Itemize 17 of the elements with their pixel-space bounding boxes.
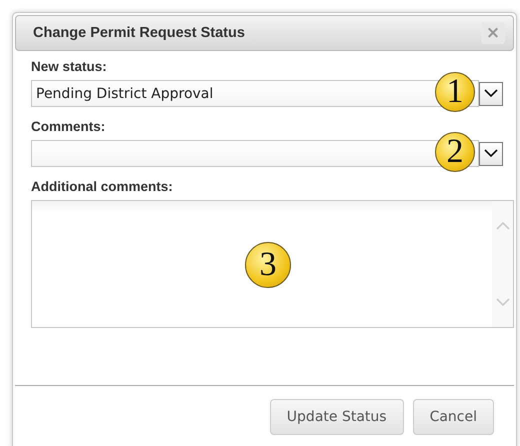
dialog-title: Change Permit Request Status [33, 25, 245, 41]
dropdown-button[interactable] [479, 142, 503, 166]
callout-number: 2 [435, 132, 475, 172]
scroll-up-icon [496, 221, 510, 230]
callout-number: 1 [435, 72, 475, 112]
cancel-button[interactable]: Cancel [412, 399, 494, 435]
dropdown-field[interactable] [31, 140, 479, 167]
update-status-button[interactable]: Update Status [270, 399, 404, 435]
text-area[interactable] [31, 200, 514, 328]
scroll-down-icon [496, 298, 510, 307]
scrollbar[interactable] [492, 201, 513, 327]
field-label: Additional comments: [31, 179, 174, 194]
dropdown-button[interactable] [479, 82, 503, 106]
chevron-down-icon [484, 149, 498, 158]
field-label: New status: [31, 59, 108, 74]
chevron-down-icon [484, 89, 498, 98]
field-label: Comments: [31, 119, 106, 134]
